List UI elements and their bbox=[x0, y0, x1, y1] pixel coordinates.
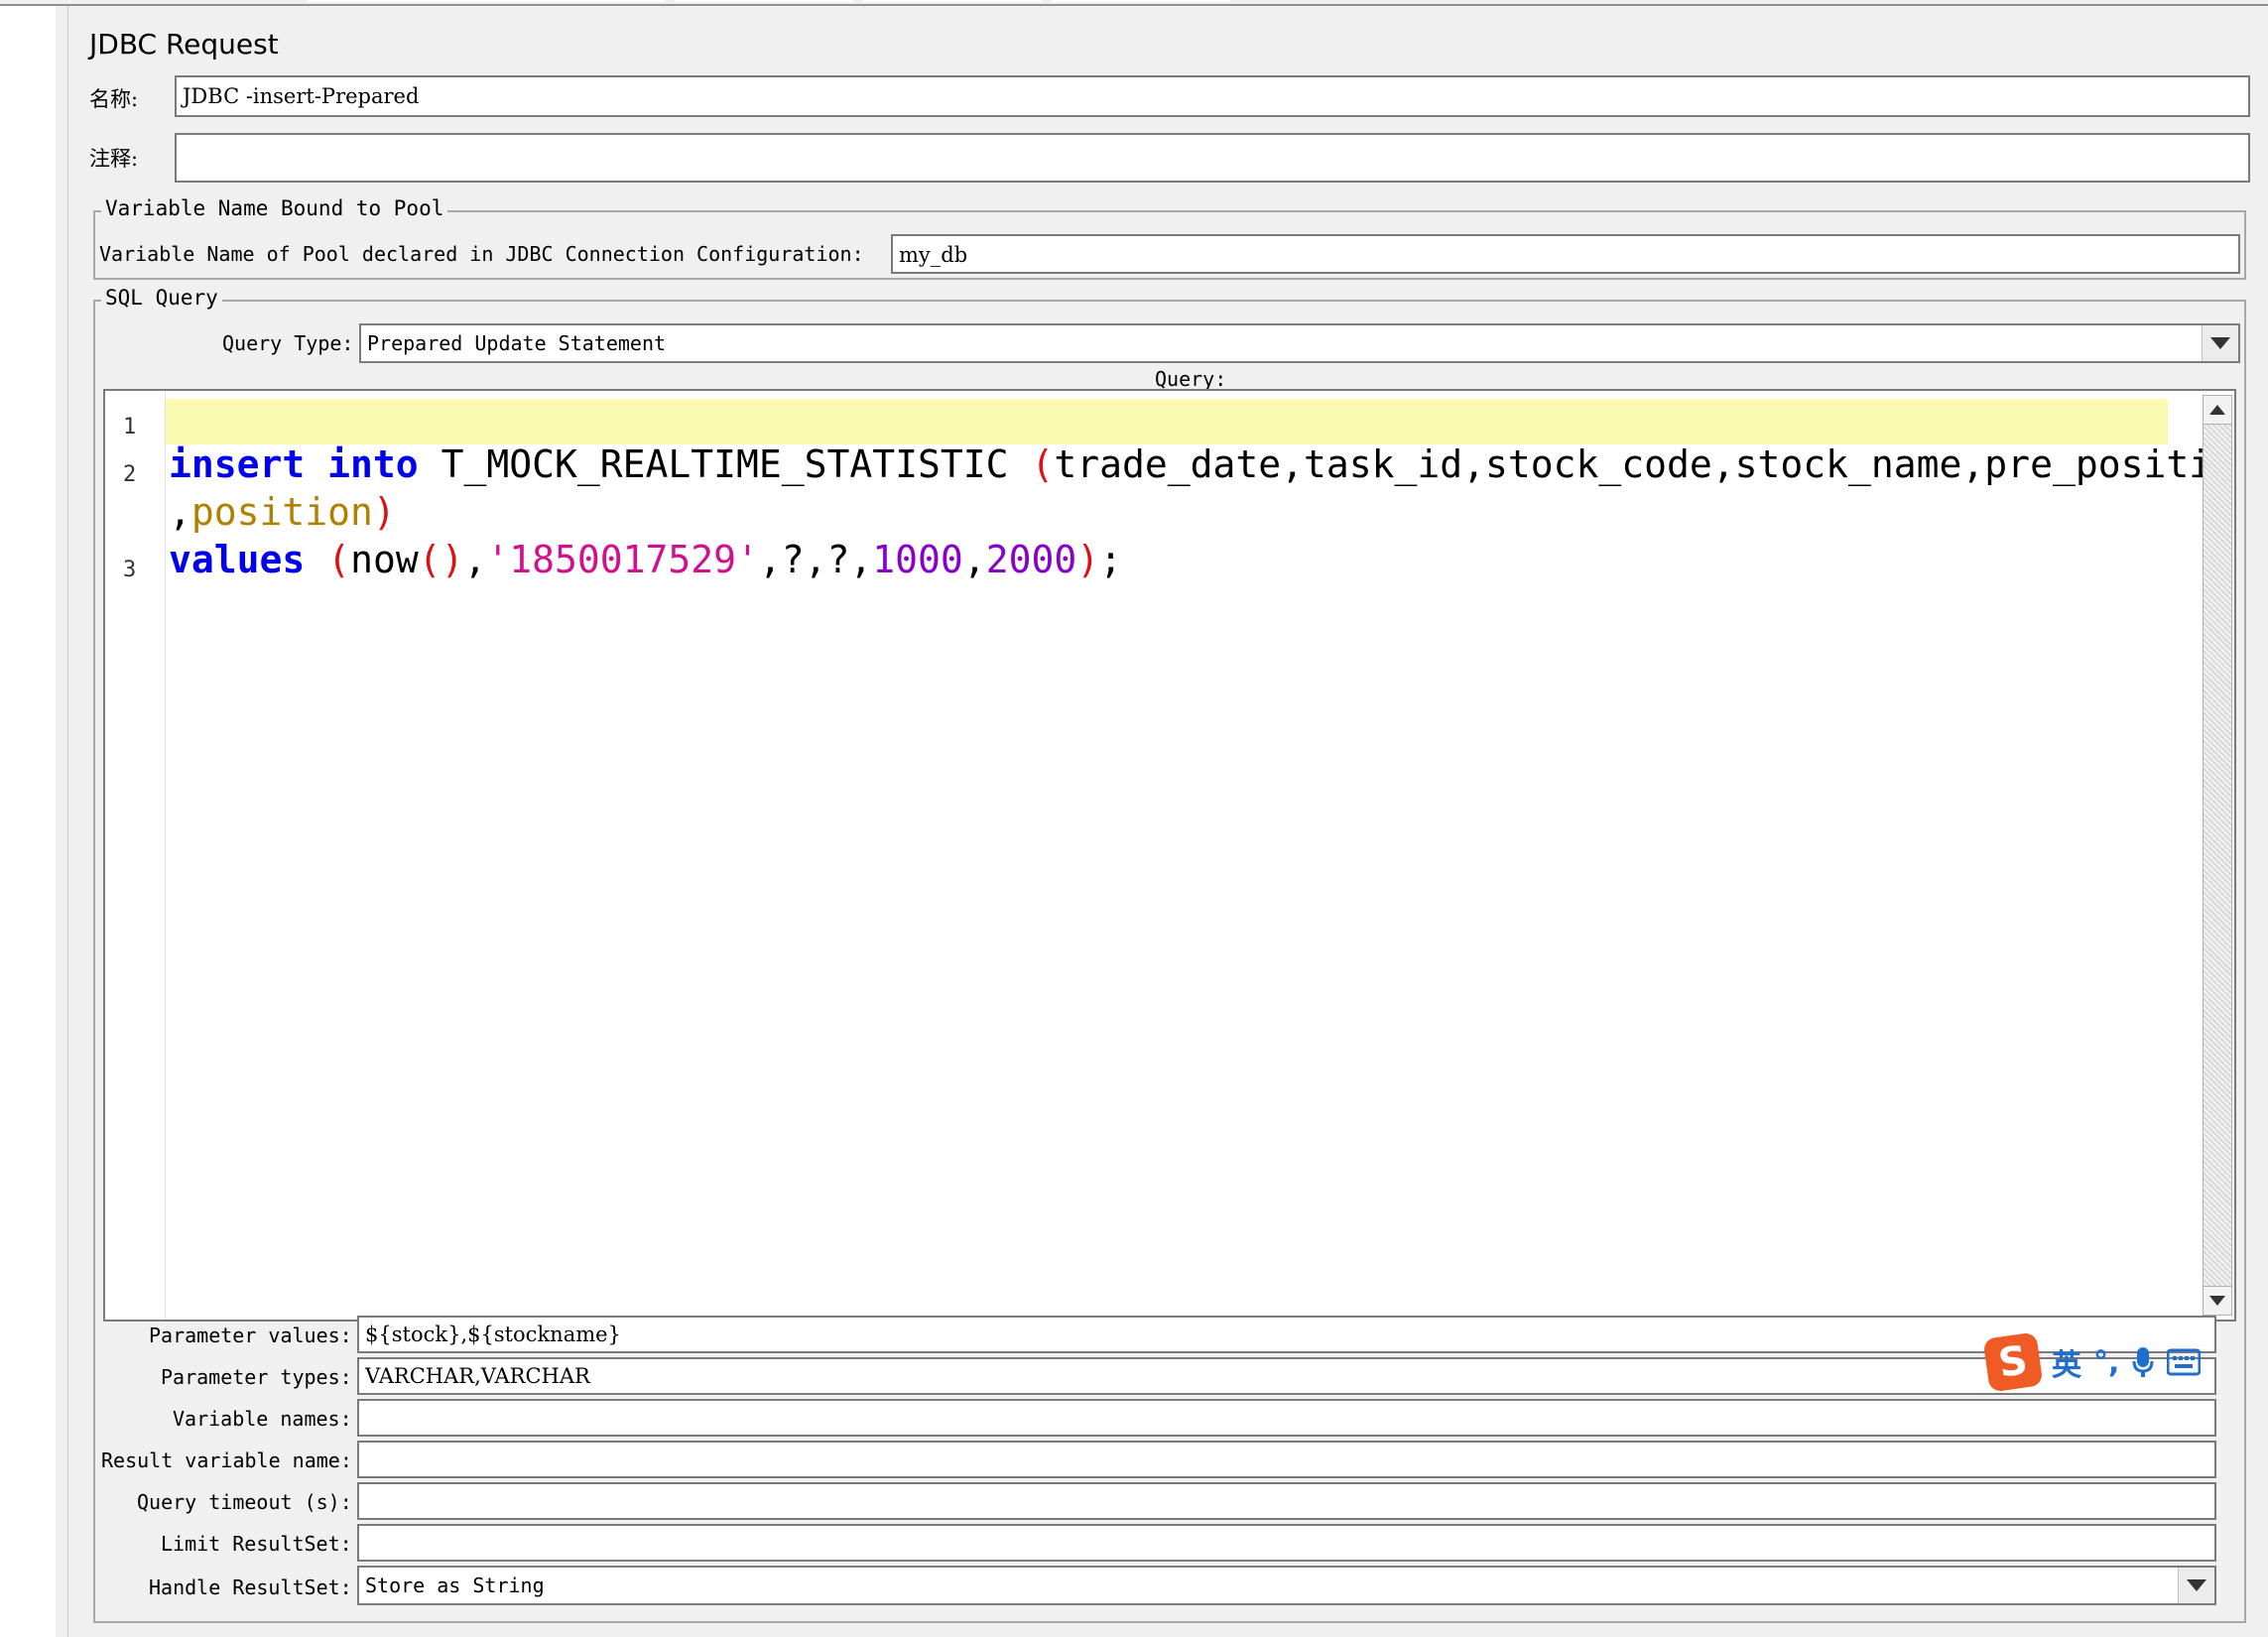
ime-punct-toggle[interactable]: °, bbox=[2093, 1345, 2119, 1380]
code-token: 2000 bbox=[985, 538, 1077, 581]
pool-name-field[interactable]: my_db bbox=[891, 234, 2240, 274]
code-token: now bbox=[350, 538, 419, 581]
handle-resultset-label: Handle ResultSet: bbox=[149, 1575, 352, 1599]
variable-names-field[interactable] bbox=[357, 1399, 2216, 1437]
line-number: 2 bbox=[123, 462, 137, 487]
scroll-up-icon[interactable] bbox=[2204, 396, 2231, 425]
ime-toolbar[interactable]: S 英 °, bbox=[1982, 1331, 2202, 1393]
query-type-value: Prepared Update Statement bbox=[367, 331, 667, 355]
param-values-label: Parameter values: bbox=[149, 1323, 352, 1347]
pool-group-legend: Variable Name Bound to Pool bbox=[101, 196, 448, 220]
code-token: ( bbox=[327, 538, 351, 581]
pool-group: Variable Name Bound to Pool Variable Nam… bbox=[93, 196, 2246, 280]
editor-scrollbar[interactable] bbox=[2203, 395, 2232, 1316]
current-line-highlight bbox=[166, 399, 2168, 444]
chevron-down-icon[interactable] bbox=[2178, 1568, 2214, 1603]
code-line-2-wrap: ,position) bbox=[169, 490, 396, 534]
microphone-icon[interactable] bbox=[2131, 1345, 2155, 1379]
code-token: T_MOCK_REALTIME_STATISTIC bbox=[441, 442, 1009, 486]
param-values-field[interactable]: ${stock},${stockname} bbox=[357, 1316, 2216, 1353]
left-tree-pane bbox=[0, 0, 68, 1637]
query-type-select[interactable]: Prepared Update Statement bbox=[359, 323, 2240, 363]
result-variable-label: Result variable name: bbox=[101, 1448, 352, 1472]
variable-names-label: Variable names: bbox=[173, 1407, 352, 1431]
comment-label: 注释: bbox=[89, 147, 139, 171]
name-label: 名称: bbox=[89, 87, 139, 111]
jdbc-request-panel: JDBC Request 名称: JDBC -insert-Prepared 注… bbox=[71, 6, 2268, 1637]
sogou-logo-icon[interactable]: S bbox=[1982, 1331, 2044, 1393]
code-token: ) bbox=[1076, 538, 1100, 581]
scroll-down-icon[interactable] bbox=[2204, 1286, 2231, 1315]
code-token: , bbox=[463, 538, 487, 581]
code-token: 1000 bbox=[872, 538, 963, 581]
limit-resultset-label: Limit ResultSet: bbox=[161, 1532, 352, 1556]
code-line-3: values (now(),'1850017529',?,?,1000,2000… bbox=[169, 538, 1122, 581]
line-number: 1 bbox=[123, 415, 137, 440]
code-token: ( bbox=[1031, 442, 1055, 486]
name-field[interactable]: JDBC -insert-Prepared bbox=[175, 75, 2250, 117]
query-type-label: Query Type: bbox=[222, 331, 354, 355]
code-token: trade_date,task_id,stock_code,stock_name… bbox=[1054, 442, 2236, 486]
ime-mode-toggle[interactable]: 英 bbox=[2052, 1340, 2081, 1384]
handle-resultset-select[interactable]: Store as String bbox=[357, 1566, 2216, 1605]
chevron-down-icon[interactable] bbox=[2202, 325, 2238, 361]
panel-title: JDBC Request bbox=[89, 28, 279, 61]
keyboard-icon[interactable] bbox=[2167, 1348, 2202, 1376]
code-token: () bbox=[418, 538, 464, 581]
pool-label: Variable Name of Pool declared in JDBC C… bbox=[99, 242, 864, 266]
query-timeout-field[interactable] bbox=[357, 1482, 2216, 1520]
code-line-2: insert into T_MOCK_REALTIME_STATISTIC (t… bbox=[169, 442, 2236, 486]
comment-field[interactable] bbox=[175, 133, 2250, 183]
line-number: 3 bbox=[123, 558, 137, 582]
code-token: into bbox=[327, 442, 419, 486]
code-token: , bbox=[962, 538, 986, 581]
splitter[interactable] bbox=[56, 0, 68, 1637]
code-token: values bbox=[169, 538, 306, 581]
param-types-label: Parameter types: bbox=[161, 1365, 352, 1389]
query-timeout-label: Query timeout (s): bbox=[137, 1490, 352, 1514]
code-token: position bbox=[190, 490, 373, 534]
result-variable-field[interactable] bbox=[357, 1441, 2216, 1478]
code-token: '1850017529' bbox=[486, 538, 759, 581]
code-token: ,?,?, bbox=[758, 538, 873, 581]
line-number-gutter: 1 2 3 bbox=[105, 391, 166, 1320]
code-token: insert bbox=[169, 442, 306, 486]
sql-query-legend: SQL Query bbox=[101, 286, 222, 310]
sql-query-editor[interactable]: 1 2 3 insert into T_MOCK_REALTIME_STATIS… bbox=[103, 389, 2236, 1322]
code-token: ) bbox=[372, 490, 396, 534]
code-token: , bbox=[169, 490, 191, 534]
param-types-field[interactable]: VARCHAR,VARCHAR bbox=[357, 1357, 2216, 1395]
query-label: Query: bbox=[1155, 367, 1227, 391]
handle-resultset-value: Store as String bbox=[365, 1574, 545, 1597]
code-token: ; bbox=[1099, 538, 1122, 581]
limit-resultset-field[interactable] bbox=[357, 1524, 2216, 1562]
